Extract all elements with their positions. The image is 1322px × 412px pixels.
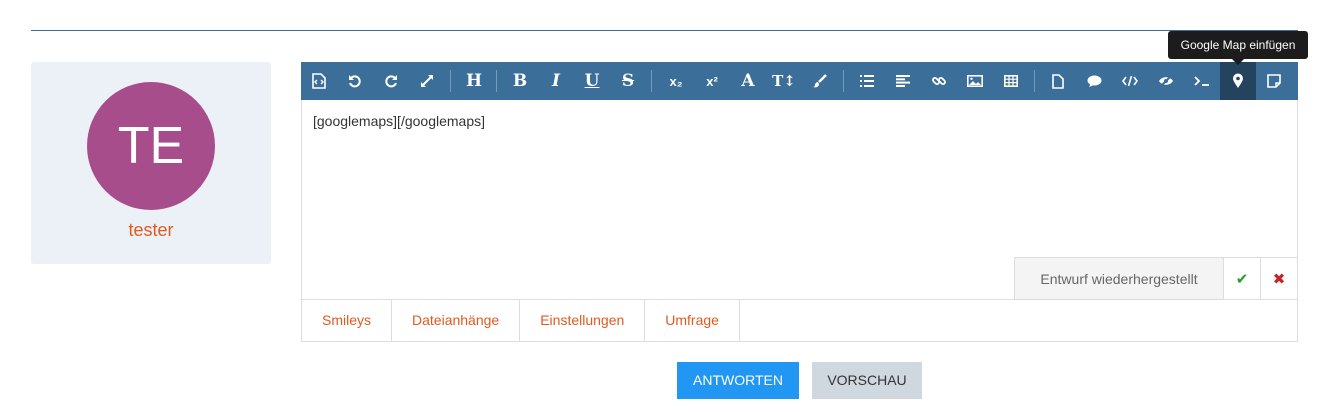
toolbar-separator (1034, 70, 1035, 92)
italic-icon[interactable]: I (538, 62, 574, 100)
tooltip: Google Map einfügen (1168, 31, 1308, 59)
source-code-icon[interactable] (301, 62, 337, 100)
subscript-icon[interactable]: x₂ (658, 62, 694, 100)
tab-attachments[interactable]: Dateianhänge (392, 300, 521, 341)
paint-brush-icon[interactable] (802, 62, 838, 100)
redo-icon[interactable] (373, 62, 409, 100)
draft-notice: Entwurf wiederhergestellt ✔ ✖ (1014, 257, 1297, 300)
toolbar-separator (651, 70, 652, 92)
toolbar-separator (496, 70, 497, 92)
spoiler-icon[interactable] (1148, 62, 1184, 100)
author-name[interactable]: tester (31, 220, 271, 241)
close-icon[interactable]: ✖ (1260, 258, 1297, 300)
font-size-icon[interactable]: T↕ (766, 62, 802, 100)
author-card: TE tester (31, 62, 271, 264)
code-icon[interactable] (1112, 62, 1148, 100)
undo-icon[interactable] (337, 62, 373, 100)
google-map-icon[interactable] (1220, 62, 1256, 100)
image-icon[interactable] (957, 62, 993, 100)
tab-smileys[interactable]: Smileys (302, 300, 393, 341)
fullscreen-icon[interactable] (409, 62, 445, 100)
editor-content[interactable]: [googlemaps][/googlemaps] Entwurf wieder… (301, 100, 1298, 300)
font-color-icon[interactable]: A (730, 62, 766, 100)
reply-button[interactable]: ANTWORTEN (677, 362, 799, 399)
sticky-note-icon[interactable] (1256, 62, 1292, 100)
editor-tabs: Smileys Dateianhänge Einstellungen Umfra… (301, 299, 1298, 342)
message-editor: H B I U S x₂ x² A T↕ [googlemaps][/googl… (301, 62, 1298, 342)
editor-toolbar: H B I U S x₂ x² A T↕ (301, 62, 1298, 100)
check-icon[interactable]: ✔ (1223, 258, 1260, 300)
toolbar-separator (450, 70, 451, 92)
toolbar-separator (843, 70, 844, 92)
terminal-icon[interactable] (1184, 62, 1220, 100)
tab-settings[interactable]: Einstellungen (520, 300, 646, 341)
tooltip-arrow (1232, 59, 1244, 65)
editor-text[interactable]: [googlemaps][/googlemaps] (313, 113, 485, 129)
table-icon[interactable] (993, 62, 1029, 100)
tab-poll[interactable]: Umfrage (645, 300, 740, 341)
link-icon[interactable] (921, 62, 957, 100)
top-divider (31, 30, 1298, 31)
bullet-list-icon[interactable] (849, 62, 885, 100)
heading-icon[interactable]: H (456, 62, 492, 100)
preview-button[interactable]: VORSCHAU (812, 362, 922, 399)
strikethrough-icon[interactable]: S (610, 62, 646, 100)
avatar: TE (87, 82, 215, 210)
align-left-icon[interactable] (885, 62, 921, 100)
underline-icon[interactable]: U (574, 62, 610, 100)
quote-icon[interactable] (1076, 62, 1112, 100)
draft-message: Entwurf wiederhergestellt (1015, 258, 1223, 300)
page-icon[interactable] (1040, 62, 1076, 100)
bold-icon[interactable]: B (502, 62, 538, 100)
superscript-icon[interactable]: x² (694, 62, 730, 100)
